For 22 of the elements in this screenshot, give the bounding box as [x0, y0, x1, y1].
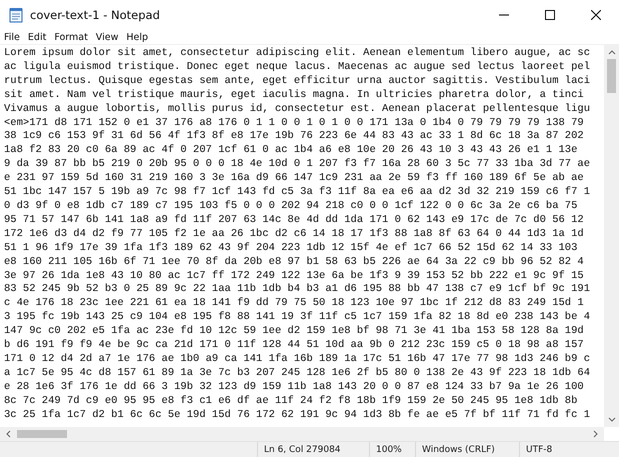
vertical-scrollbar[interactable] — [604, 45, 619, 427]
close-icon — [591, 10, 601, 20]
scroll-left-icon[interactable] — [5, 430, 11, 438]
status-item: Ln 6, Col 279084 — [257, 442, 369, 457]
scroll-thumb[interactable] — [17, 430, 67, 438]
maximize-icon — [545, 10, 555, 20]
scroll-thumb[interactable] — [607, 59, 616, 93]
status-item: Windows (CRLF) — [415, 442, 519, 457]
text-area[interactable]: Lorem ipsum dolor sit amet, consectetur adipiscing elit. Aenean elementum libero augue, ac sc ac ligula euismod tristique. Donec eget neque lacus. Maecenas ac augue sed lectus laoreet pel rutrum lectus. Quisque egestas sem ante, eget efficitur urna auctor sagittis. Vestibulum laci sit amet. Nam vel tristique mauris, eget iaculis magna. In ultricies pharetra dolor, a tinci Vivamus a augue lobortis, mollis purus id, consectetur est. Aenean placerat pellentesque ligu <em>171 d8 171 152 0 e1 37 176 a8 176 0 1 1 0 0 1 0 1 0 0 171 13a 0 1b4 0 79 79 79 79 138 79 38 1c9 c6 153 9f 31 6d 56 4f 1f3 8f e8 17e 19b 76 223 6e 44 83 43 ac 33 1 8d 6c 18 3a 87 202 1a8 f2 83 20 c0 6a 89 ac 4f 0 207 1cf 61 0 ac 1b4 a6 e8 10e 20 26 43 10 3 43 43 26 e1 1 13e 9 da 39 87 bb b5 219 0 20b 95 0 0 0 18 4e 10d 0 1 207 f3 f7 16a 28 60 3 5c 77 33 1ba 3d 77 ae e 231 97 159 5d 160 31 219 160 3 3e 16a d9 66 147 1c9 231 aa 2e 59 f3 ff 160 189 6f 5e ab ae 51 1bc 147 157 5 19b a9 7c 98 f7 1cf 143 fd c5 3a f3 11f 8a ea e6 aa d2 3d 32 219 159 c6 f7 1 0 d3 9f 0 e8 1db c7 189 c7 195 103 f5 0 0 0 202 94 218 c0 0 0 1cf 122 0 0 6c 3a 2e c6 ba 75 95 71 57 147 6b 141 1a8 a9 fd 11f 207 63 14c 8e 4d dd 1da 171 0 62 143 e9 17c de 7c d0 56 12 172 1e6 d3 d4 d2 f9 77 105 f2 1e aa 26 1bc d2 c6 14 18 17 1f3 88 1a8 8f 63 64 0 44 1d3 1a 1d 51 1 96 1f9 17e 39 1fa 1f3 189 62 43 9f 204 223 1db 12 15f 4e ef 1c7 66 52 15d 62 14 33 103 e8 160 211 105 16b 6f 71 1ee 70 8f da 20b e8 97 b1 58 63 b5 226 ae 64 3a 22 c9 bb 96 52 82 4 3e 97 26 1da 1e8 43 10 80 ac 1c7 ff 172 249 122 13e 6a be 1f3 9 39 153 52 bb 222 e1 9c 9f 15 83 52 245 9b 52 b3 0 25 89 9c 22 1aa 11b 1db b4 b3 a1 d6 195 88 bb 47 138 c7 e9 1cf bf 9c 191 c 4e 176 18 23c 1ee 221 61 ea 18 141 f9 dd 79 75 50 18 123 10e 97 1bc 1f 212 d8 83 249 15d 1 3 195 fc 19b 143 25 c9 104 e8 195 f8 88 141 19 3f 11f c5 1c7 159 1fa 82 18 8d e0 238 143 be 4 147 9c c0 202 e5 1fa ac 23e fd 10 12c 59 1ee d2 159 1e8 bf 98 71 3e 41 1ba 153 58 128 8a 19d b d6 191 f9 f9 4e be 9c ca 21d 171 0 11f 128 44 51 10d aa 9b 0 212 23c 159 c5 0 18 98 a8 157 171 0 12 d4 2d a7 1e 176 ae 1b0 a9 ca 141 1fa 16b 189 1a 17c 51 16b 47 17e 77 98 1d3 246 b9 c a 1c7 5e 95 4c d8 157 61 89 1a 3e 7c b3 207 245 128 1e6 2f b5 80 0 138 2e 43 9f 223 18 1db 64 e 28 1e6 3f 176 1e dd 66 3 19b 32 123 d9 159 11b 1a8 143 20 0 0 87 e8 124 33 b7 9a 1e 26 100 8c 7c 249 7d c9 e0 95 95 e8 f3 c1 e6 df ae 11f 24 f2 f8 18b 1f9 159 2e 50 245 95 1e8 1db 8b 3c 25 1fa 1c7 d2 b1 6c 6c 5e 19d 15d 76 172 62 191 9c 94 1d3 8b fe ae e5 7f bf 11f 71 fd fc 1 — [0, 45, 604, 427]
status-item: 100% — [369, 442, 415, 457]
status-item: UTF-8 — [519, 442, 609, 457]
notepad-icon — [8, 7, 24, 23]
menu-item[interactable]: Edit — [28, 32, 46, 42]
scroll-down-icon[interactable] — [608, 417, 616, 423]
menu-item[interactable]: View — [96, 32, 118, 42]
menu-item[interactable]: Format — [54, 32, 88, 42]
horizontal-scrollbar[interactable] — [0, 427, 604, 441]
menu-item[interactable]: Help — [126, 32, 148, 42]
scroll-up-icon[interactable] — [608, 49, 616, 55]
window-title: cover-text-1 - Notepad — [30, 8, 160, 22]
scroll-right-icon[interactable] — [593, 430, 599, 438]
menu-item[interactable]: File — [4, 32, 20, 42]
